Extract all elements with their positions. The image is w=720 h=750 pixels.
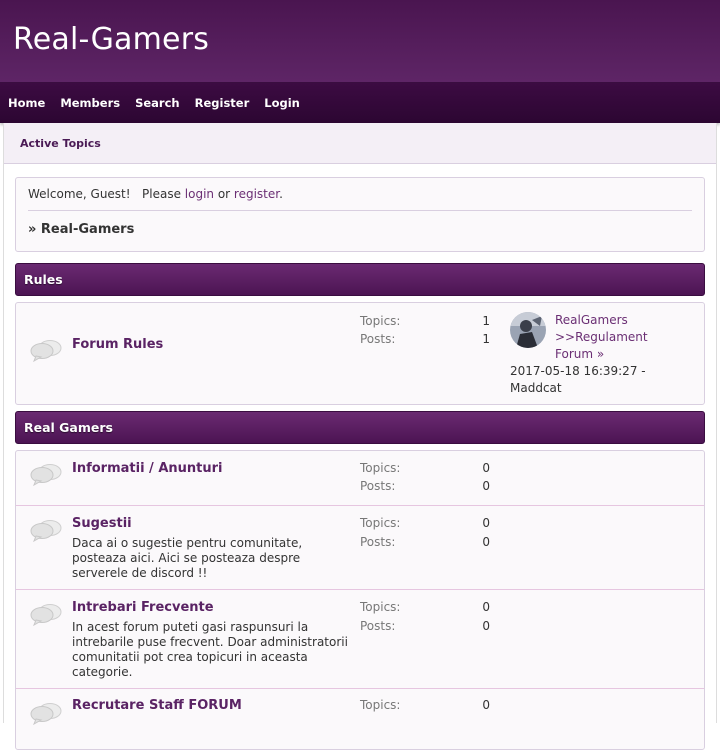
last-post-subject-line1[interactable]: RealGamers	[555, 313, 628, 327]
posts-label: Posts:	[360, 479, 396, 493]
category-header-real-gamers[interactable]: Real Gamers	[15, 411, 705, 444]
nav-home[interactable]: Home	[8, 96, 45, 110]
welcome-or: or	[214, 187, 234, 201]
board-row: Informatii / Anunturi Topics: 0 Posts: 0	[16, 451, 704, 506]
speech-bubbles-icon	[30, 462, 64, 487]
topics-count: 0	[482, 698, 490, 712]
nav-search[interactable]: Search	[135, 96, 180, 110]
posts-count: 0	[482, 535, 490, 549]
board-row: Recrutare Staff FORUM Topics: 0	[16, 689, 704, 749]
board-name[interactable]: Sugestii	[72, 516, 132, 531]
board-list-rules: Forum Rules Topics: 1 Posts: 1 RealGamer…	[15, 302, 705, 405]
board-stats: Topics: 1 Posts: 1	[360, 314, 490, 350]
board-name[interactable]: Forum Rules	[72, 337, 163, 352]
last-post-date: 2017-05-18 16:39:27 -	[510, 364, 646, 378]
welcome-box: Welcome, Guest! Please login or register…	[15, 177, 705, 252]
speech-bubbles-icon	[30, 338, 64, 363]
posts-count: 1	[482, 332, 490, 346]
board-row: Forum Rules Topics: 1 Posts: 1 RealGamer…	[16, 303, 704, 404]
board-name[interactable]: Intrebari Frecvente	[72, 600, 214, 615]
nav-members[interactable]: Members	[60, 96, 120, 110]
board-stats: Topics: 0 Posts: 0	[360, 600, 490, 637]
posts-label: Posts:	[360, 535, 396, 549]
board-row: Sugestii Daca ai o sugestie pentru comun…	[16, 506, 704, 590]
posts-label: Posts:	[360, 332, 396, 346]
posts-count: 0	[482, 619, 490, 633]
topics-count: 0	[482, 516, 490, 530]
board-name[interactable]: Informatii / Anunturi	[72, 461, 223, 476]
speech-bubbles-icon	[30, 518, 64, 543]
topics-count: 0	[482, 461, 490, 475]
welcome-message: Welcome, Guest! Please login or register…	[28, 178, 692, 211]
last-post-subject[interactable]: RealGamers >>Regulament Forum »	[555, 312, 675, 363]
topics-label: Topics:	[360, 600, 401, 614]
board-name[interactable]: Recrutare Staff FORUM	[72, 698, 242, 713]
last-post-author[interactable]: Maddcat	[510, 381, 562, 395]
last-post-subject-line3[interactable]: Forum »	[555, 347, 604, 361]
board-list-real-gamers: Informatii / Anunturi Topics: 0 Posts: 0 S…	[15, 450, 705, 750]
active-topics-link[interactable]: Active Topics	[20, 137, 101, 150]
board-stats: Topics: 0 Posts: 0	[360, 516, 490, 553]
topics-label: Topics:	[360, 461, 401, 475]
welcome-prefix: Welcome, Guest! Please	[28, 187, 185, 201]
topics-label: Topics:	[360, 516, 401, 530]
board-description: In acest forum puteti gasi raspunsuri la…	[72, 620, 348, 679]
last-post: RealGamers >>Regulament Forum » 2017-05-…	[510, 312, 690, 400]
posts-count: 0	[482, 479, 490, 493]
speech-bubbles-icon	[30, 602, 64, 627]
speech-bubbles-icon	[30, 701, 64, 726]
topics-label: Topics:	[360, 314, 401, 328]
topics-count: 0	[482, 600, 490, 614]
topics-label: Topics:	[360, 698, 401, 712]
site-title[interactable]: Real-Gamers	[13, 22, 209, 57]
sub-navbar: Active Topics	[4, 123, 716, 164]
breadcrumb[interactable]: » Real-Gamers	[28, 211, 692, 237]
topics-count: 1	[482, 314, 490, 328]
category-header-rules[interactable]: Rules	[15, 263, 705, 296]
last-post-meta: 2017-05-18 16:39:27 - Maddcat	[510, 363, 680, 397]
welcome-suffix: .	[279, 187, 283, 201]
user-avatar[interactable]	[510, 312, 546, 348]
last-post-subject-line2[interactable]: >>Regulament	[555, 330, 648, 344]
nav-register[interactable]: Register	[195, 96, 250, 110]
register-link[interactable]: register	[234, 187, 279, 201]
main-navbar: Home Members Search Register Login	[0, 83, 720, 123]
board-row: Intrebari Frecvente In acest forum putet…	[16, 590, 704, 689]
site-header: Real-Gamers	[0, 0, 720, 83]
board-stats: Topics: 0 Posts: 0	[360, 461, 490, 497]
content-area: Active Topics Welcome, Guest! Please log…	[3, 123, 717, 750]
board-stats: Topics: 0	[360, 698, 490, 716]
board-description: Daca ai o sugestie pentru comunitate, po…	[72, 536, 303, 580]
nav-login[interactable]: Login	[264, 96, 300, 110]
posts-label: Posts:	[360, 619, 396, 633]
login-link[interactable]: login	[185, 187, 214, 201]
